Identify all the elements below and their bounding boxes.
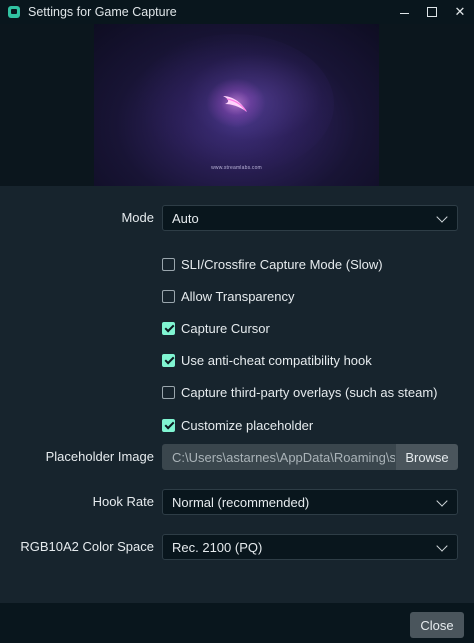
checkbox-sli-crossfire[interactable]: SLI/Crossfire Capture Mode (Slow) bbox=[162, 255, 383, 273]
placeholder-path-input[interactable]: C:\Users\astarnes\AppData\Roaming\slobs-… bbox=[162, 444, 396, 470]
chevron-down-icon bbox=[436, 495, 448, 507]
chevron-down-icon bbox=[436, 211, 448, 223]
checkbox-box-checked[interactable] bbox=[162, 321, 175, 335]
checkbox-label: Capture Cursor bbox=[181, 320, 270, 336]
checkbox-label: Customize placeholder bbox=[181, 417, 314, 433]
streamlabs-logo-icon bbox=[223, 96, 247, 112]
checkbox-capture-cursor[interactable]: Capture Cursor bbox=[162, 319, 270, 337]
checkbox-customize-placeholder[interactable]: Customize placeholder bbox=[162, 416, 313, 434]
title-bar: Settings for Game Capture ✕ bbox=[0, 0, 474, 24]
placeholder-path-value: C:\Users\astarnes\AppData\Roaming\slobs-… bbox=[172, 449, 396, 465]
checkbox-label: SLI/Crossfire Capture Mode (Slow) bbox=[181, 256, 383, 272]
source-preview: www.streamlabs.com bbox=[94, 24, 379, 186]
hook-rate-select[interactable]: Normal (recommended) bbox=[162, 489, 458, 515]
maximize-icon bbox=[427, 7, 437, 17]
checkbox-box-checked[interactable] bbox=[162, 418, 175, 432]
hook-rate-value: Normal (recommended) bbox=[172, 494, 310, 510]
chevron-down-icon bbox=[436, 540, 448, 552]
checkbox-box-checked[interactable] bbox=[162, 353, 175, 367]
settings-window: Settings for Game Capture ✕ www.streamla… bbox=[0, 0, 474, 643]
minimize-icon bbox=[399, 12, 409, 15]
preview-area: www.streamlabs.com bbox=[0, 24, 474, 186]
close-button[interactable]: Close bbox=[410, 612, 464, 638]
footer-bar: Close bbox=[0, 603, 474, 643]
browse-button[interactable]: Browse bbox=[396, 444, 458, 470]
streamlabs-app-icon bbox=[8, 6, 20, 18]
mode-label: Mode bbox=[121, 210, 154, 225]
checkbox-box[interactable] bbox=[162, 289, 175, 303]
color-space-value: Rec. 2100 (PQ) bbox=[172, 539, 263, 555]
checkbox-anti-cheat-hook[interactable]: Use anti-cheat compatibility hook bbox=[162, 351, 372, 369]
mode-select[interactable]: Auto bbox=[162, 205, 458, 231]
color-space-label: RGB10A2 Color Space bbox=[20, 539, 154, 554]
window-title: Settings for Game Capture bbox=[28, 5, 177, 19]
checkbox-label: Capture third-party overlays (such as st… bbox=[181, 384, 438, 400]
close-window-button[interactable]: ✕ bbox=[446, 0, 474, 24]
checkbox-label: Use anti-cheat compatibility hook bbox=[181, 352, 372, 368]
hook-rate-label: Hook Rate bbox=[92, 494, 154, 509]
mode-value: Auto bbox=[172, 210, 199, 226]
checkbox-third-party-overlays[interactable]: Capture third-party overlays (such as st… bbox=[162, 383, 437, 401]
window-controls: ✕ bbox=[390, 0, 474, 24]
checkbox-allow-transparency[interactable]: Allow Transparency bbox=[162, 287, 294, 305]
color-space-select[interactable]: Rec. 2100 (PQ) bbox=[162, 534, 458, 560]
checkbox-box[interactable] bbox=[162, 257, 175, 271]
placeholder-image-label: Placeholder Image bbox=[45, 449, 154, 464]
checkbox-label: Allow Transparency bbox=[181, 288, 295, 304]
close-icon: ✕ bbox=[454, 4, 466, 19]
checkbox-box[interactable] bbox=[162, 385, 175, 399]
maximize-button[interactable] bbox=[418, 0, 446, 24]
preview-caption: www.streamlabs.com bbox=[211, 165, 262, 171]
minimize-button[interactable] bbox=[390, 0, 418, 24]
